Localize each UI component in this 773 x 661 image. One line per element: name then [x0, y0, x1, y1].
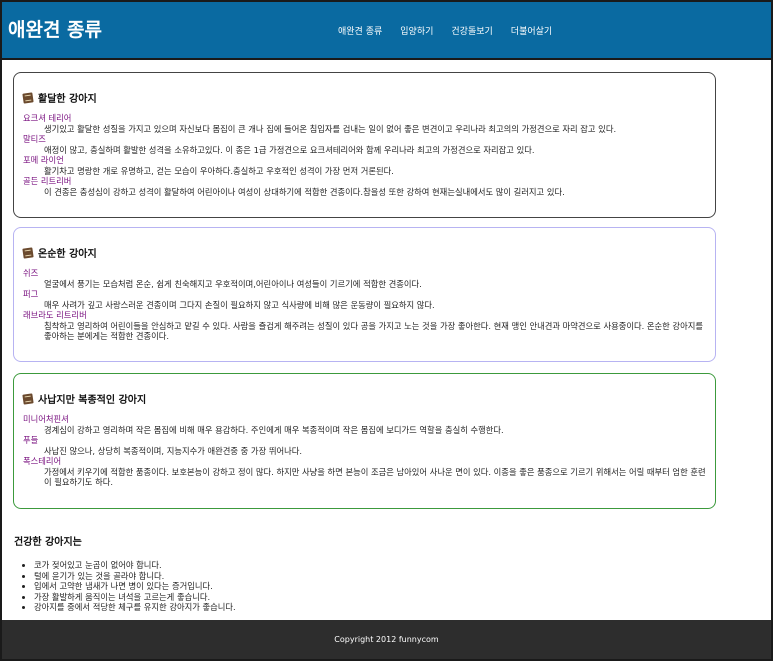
site-footer: Copyright 2012 funnycom [2, 620, 771, 659]
breed-desc: 활기차고 명랑한 개로 유명하고, 걷는 모습이 우아하다.충실하고 우호적인 … [44, 165, 394, 176]
list-item: 코가 젖어있고 눈곱이 없어야 합니다. [34, 560, 734, 571]
book-icon [22, 246, 34, 259]
section-title-text: 사납지만 복종적인 강아지 [38, 395, 147, 406]
breed-desc: 생기있고 활달한 성질을 가지고 있으며 자신보다 몸집이 큰 개나 집에 들어… [44, 123, 617, 134]
nav-link-adopt[interactable]: 입양하기 [400, 24, 433, 37]
copyright-text: Copyright 2012 funnycom [334, 635, 439, 644]
section-active-dogs: 활달한 강아지 요크셔 테리어 생기있고 활달한 성질을 가지고 있으며 자신보… [13, 72, 716, 218]
breed-list: 쉬즈 얼굴에서 풍기는 모습처럼 온순, 쉽게 친숙해지고 우호적이며,어린아이… [23, 268, 706, 342]
list-item: 강아지를 중에서 적당한 체구를 유지한 강아지가 좋습니다. [34, 602, 734, 613]
list-item: 입에서 고약한 냄새가 나면 병이 있다는 증거입니다. [34, 581, 734, 592]
healthy-dog-title: 건강한 강아지는 [14, 537, 82, 548]
breed-desc: 침착하고 영리하여 어린이들을 안심하고 맡길 수 있다. 사람을 즐겁게 해주… [44, 320, 703, 342]
breed-desc: 이 견종은 충성심이 강하고 성격이 활달하여 어린아이나 여성이 상대하기에 … [44, 186, 565, 197]
breed-desc: 경계심이 강하고 영리하며 작은 몸집에 비해 매우 용감하다. 주인에게 매우… [44, 424, 504, 435]
nav-link-together[interactable]: 더불어살기 [511, 24, 552, 37]
main-nav: 애완견 종류 입양하기 건강돌보기 더불어살기 [338, 24, 552, 37]
breed-desc: 얼굴에서 풍기는 모습처럼 온순, 쉽게 친숙해지고 우호적이며,어린아이나 여… [44, 278, 422, 289]
breed-name: 요크셔 테리어 [23, 113, 72, 123]
breed-name: 폭스테리어 [23, 456, 62, 466]
site-header: 애완견 종류 애완견 종류 입양하기 건강돌보기 더불어살기 [2, 2, 771, 60]
healthy-dog-section: 건강한 강아지는 코가 젖어있고 눈곱이 없어야 합니다. 털에 윤기가 있는 … [14, 533, 734, 613]
breed-name: 골든 리트리버 [23, 176, 72, 186]
section-gentle-dogs: 온순한 강아지 쉬즈 얼굴에서 풍기는 모습처럼 온순, 쉽게 친숙해지고 우호… [13, 227, 716, 362]
breed-name: 말티즈 [23, 134, 46, 144]
breed-desc: 사납진 않으나, 상당히 복종적이며, 지능지수가 애완견중 중 가장 뛰어나다… [44, 445, 303, 456]
site-title: 애완견 종류 [8, 19, 103, 41]
breed-name: 퍼그 [23, 289, 39, 299]
breed-desc: 가정에서 키우기에 적합한 품종이다. 보호본능이 강하고 정이 많다. 하지만… [44, 466, 706, 488]
breed-desc: 애정이 많고, 충실하며 활발한 성격을 소유하고있다. 이 종은 1급 가정견… [44, 144, 535, 155]
section-title: 온순한 강아지 [22, 245, 706, 260]
section-title: 사납지만 복종적인 강아지 [22, 391, 706, 406]
breed-name: 미니어처핀셔 [23, 414, 69, 424]
list-item: 가장 활발하게 움직이는 녀석을 고르는게 좋습니다. [34, 592, 734, 603]
breed-list: 요크셔 테리어 생기있고 활달한 성질을 가지고 있으며 자신보다 몸집이 큰 … [23, 113, 706, 197]
nav-link-breeds[interactable]: 애완견 종류 [338, 24, 382, 37]
section-title-text: 활달한 강아지 [38, 94, 97, 105]
healthy-dog-list: 코가 젖어있고 눈곱이 없어야 합니다. 털에 윤기가 있는 것을 골라야 합니… [14, 560, 734, 613]
breed-list: 미니어처핀셔 경계심이 강하고 영리하며 작은 몸집에 비해 매우 용감하다. … [23, 414, 706, 488]
section-title: 활달한 강아지 [22, 90, 706, 105]
page-frame: 애완견 종류 애완견 종류 입양하기 건강돌보기 더불어살기 활달한 강아지 요… [0, 0, 773, 661]
breed-name: 래브라도 리트리버 [23, 310, 87, 320]
list-item: 털에 윤기가 있는 것을 골라야 합니다. [34, 571, 734, 582]
breed-name: 포메 라이언 [23, 155, 64, 165]
breed-name: 푸들 [23, 435, 39, 445]
book-icon [22, 91, 34, 104]
nav-link-health[interactable]: 건강돌보기 [451, 24, 492, 37]
section-obedient-dogs: 사납지만 복종적인 강아지 미니어처핀셔 경계심이 강하고 영리하며 작은 몸집… [13, 373, 716, 509]
main-content: 활달한 강아지 요크셔 테리어 생기있고 활달한 성질을 가지고 있으며 자신보… [2, 60, 771, 620]
section-title-text: 온순한 강아지 [38, 249, 97, 260]
book-icon [22, 392, 34, 405]
breed-desc: 매우 사려가 깊고 사랑스러운 견종이며 그다지 손질이 필요하지 않고 식사량… [44, 299, 435, 310]
breed-name: 쉬즈 [23, 268, 39, 278]
